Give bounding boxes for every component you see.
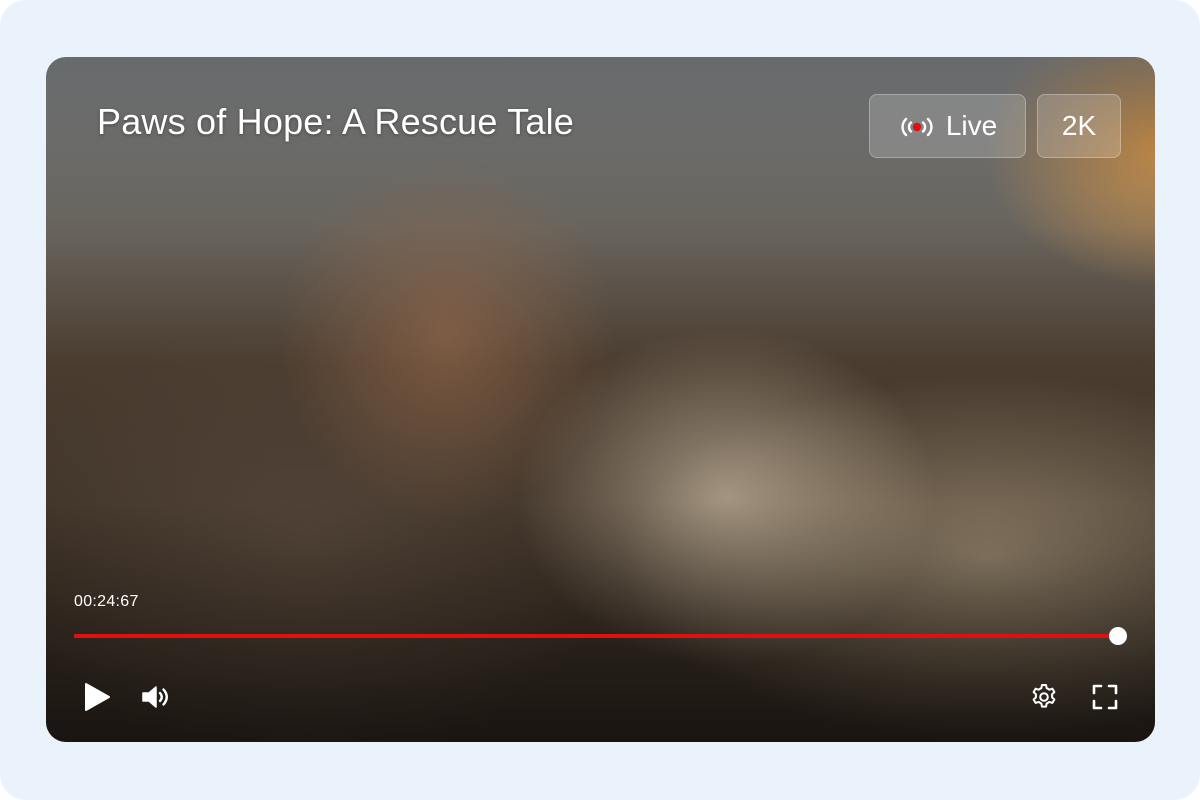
volume-icon — [140, 683, 172, 711]
fullscreen-icon — [1091, 683, 1119, 711]
page-background: Paws of Hope: A Rescue Tale Live 2K 00:2… — [0, 0, 1200, 800]
progress-handle[interactable] — [1108, 627, 1127, 645]
video-frame — [46, 57, 1155, 742]
video-player[interactable]: Paws of Hope: A Rescue Tale Live 2K 00:2… — [46, 57, 1155, 742]
fullscreen-button[interactable] — [1087, 679, 1123, 715]
settings-button[interactable] — [1026, 679, 1062, 715]
quality-label: 2K — [1061, 110, 1097, 141]
gear-icon — [1029, 682, 1059, 712]
quality-badge[interactable]: 2K — [1037, 94, 1121, 158]
video-title: Paws of Hope: A Rescue Tale — [97, 101, 575, 142]
play-button[interactable] — [79, 679, 115, 715]
play-icon — [82, 681, 112, 713]
live-broadcast-icon — [898, 114, 936, 138]
live-badge[interactable]: Live — [869, 94, 1026, 158]
volume-button[interactable] — [138, 679, 174, 715]
progress-bar[interactable] — [74, 627, 1127, 645]
progress-fill — [74, 634, 1118, 638]
current-time: 00:24:67 — [74, 593, 139, 610]
live-label: Live — [945, 110, 998, 141]
